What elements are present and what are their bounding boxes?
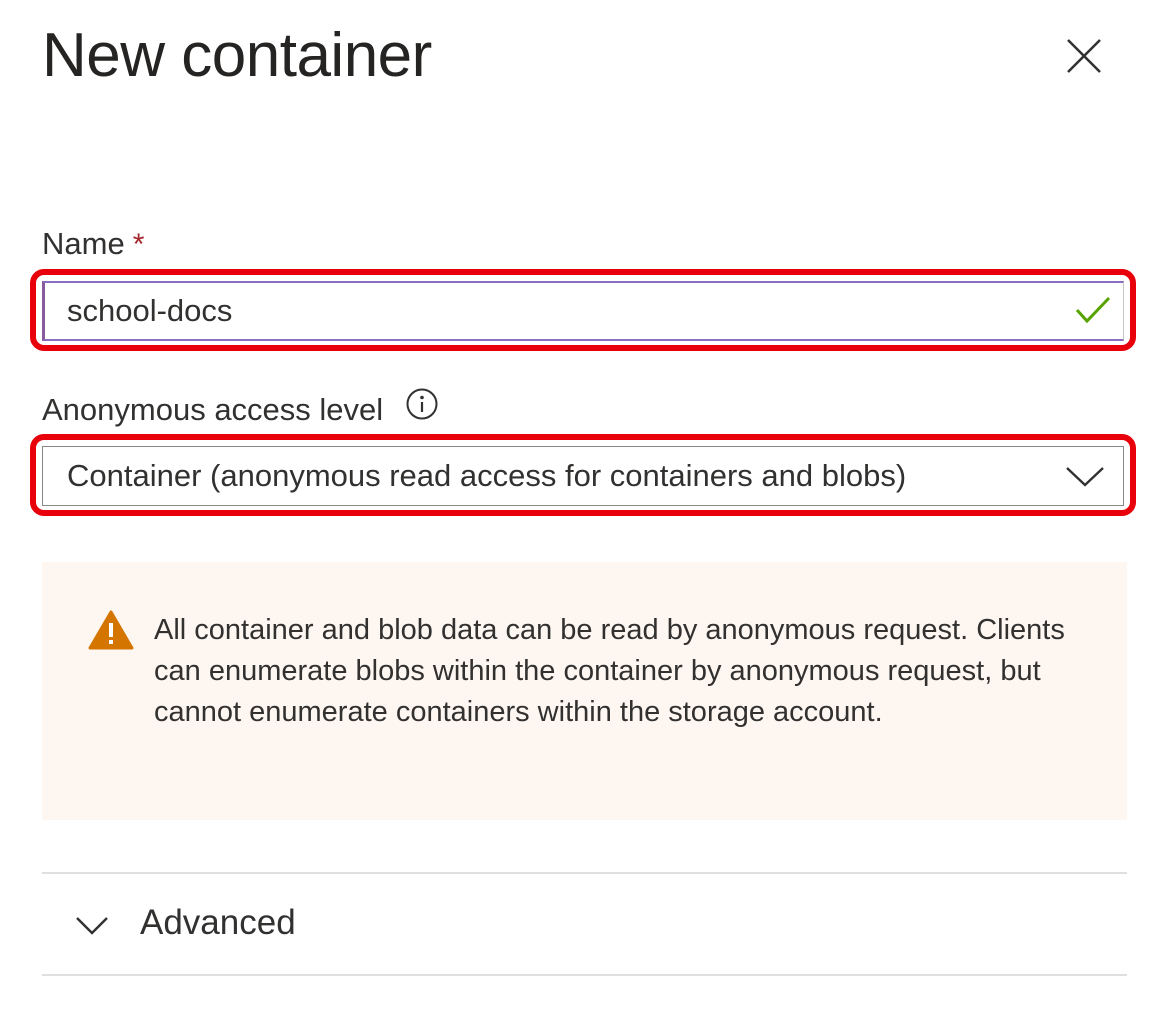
warning-message: All container and blob data can be read … [154,614,1065,728]
name-field-label: Name * [42,224,144,265]
close-button[interactable] [1058,30,1110,82]
advanced-label: Advanced [140,903,296,942]
divider-bottom [42,974,1127,976]
name-input[interactable] [42,281,1124,341]
advanced-section-toggle[interactable]: Advanced [42,876,1127,974]
panel-title: New container [42,21,432,90]
name-label-text: Name [42,226,125,261]
checkmark-icon [1074,294,1112,331]
close-icon [1058,30,1110,82]
chevron-down-icon [74,912,110,943]
warning-icon [88,610,134,655]
access-level-dropdown[interactable]: Container (anonymous read access for con… [42,446,1124,506]
access-level-label-text: Anonymous access level [42,392,384,427]
info-icon[interactable] [405,387,439,431]
warning-banner: All container and blob data can be read … [42,562,1127,820]
access-level-label: Anonymous access level [42,387,439,431]
chevron-down-icon [1063,461,1107,496]
divider-top [42,872,1127,874]
access-level-selected-value: Container (anonymous read access for con… [67,458,907,493]
required-marker: * [132,228,145,261]
